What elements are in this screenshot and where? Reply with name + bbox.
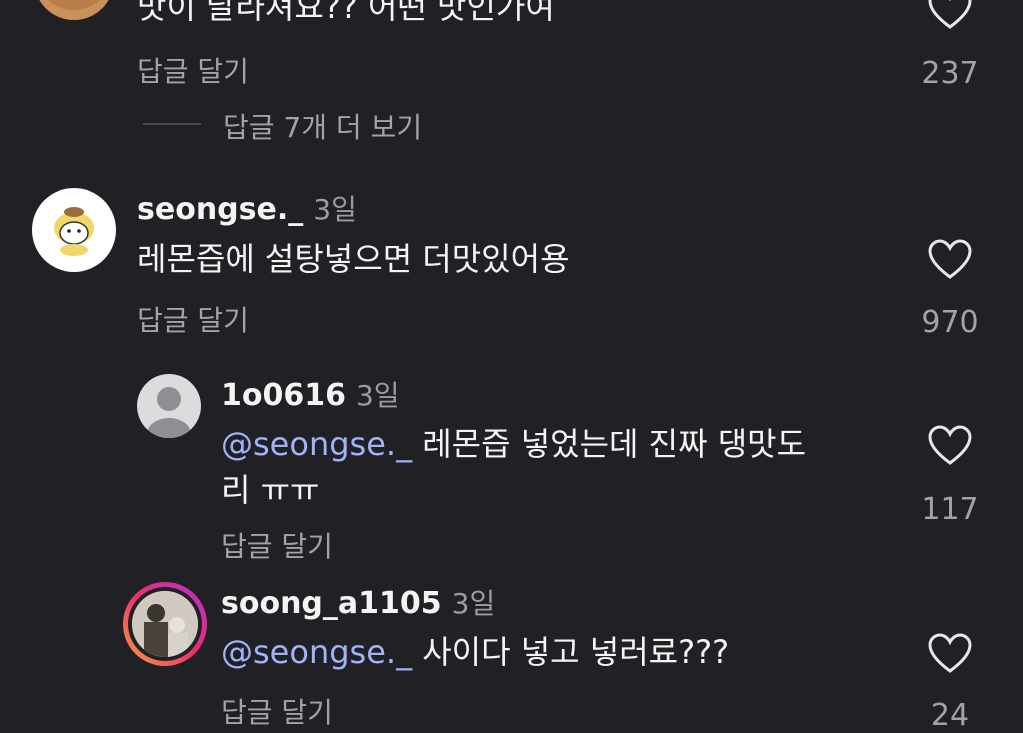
reply-button[interactable]: 답글 달기 bbox=[137, 50, 249, 90]
heart-icon[interactable] bbox=[927, 632, 973, 678]
heart-icon[interactable] bbox=[927, 0, 973, 34]
comment-text: 레몬즙에 설탕넣으면 더맛있어용 bbox=[137, 240, 570, 278]
like-count: 24 bbox=[930, 698, 970, 733]
username[interactable]: soong_a1105 bbox=[221, 586, 442, 621]
comment-text-part: 사이다 넣고 넣러료??? bbox=[412, 633, 730, 671]
comment-username-row: soong_a1105 3일 bbox=[221, 582, 495, 622]
view-more-replies-button[interactable]: 답글 7개 더 보기 bbox=[223, 106, 422, 146]
divider bbox=[143, 123, 201, 125]
comment-username-row: 1o0616 3일 bbox=[221, 374, 400, 414]
avatar[interactable] bbox=[34, 0, 114, 20]
like-count: 117 bbox=[921, 492, 979, 527]
timestamp: 3일 bbox=[451, 587, 496, 620]
username[interactable]: 1o0616 bbox=[221, 378, 346, 413]
avatar[interactable] bbox=[137, 374, 201, 438]
like-count: 970 bbox=[921, 305, 979, 340]
heart-icon[interactable] bbox=[927, 424, 973, 470]
like-count: 237 bbox=[921, 56, 979, 91]
reply-button[interactable]: 답글 달기 bbox=[221, 691, 333, 731]
heart-icon[interactable] bbox=[927, 238, 973, 284]
timestamp: 3일 bbox=[313, 193, 357, 226]
reply-button[interactable]: 답글 달기 bbox=[137, 299, 249, 339]
comment-username-row: seongse._ 3일 bbox=[137, 188, 357, 228]
comment-text-part: 리 ㅠㅠ bbox=[221, 471, 320, 509]
comment-text: @seongse._ 레몬즙 넣었는데 진짜 댕맛도 리 ㅠㅠ bbox=[221, 421, 901, 513]
avatar[interactable] bbox=[123, 582, 207, 666]
comment-text-part: 레몬즙 넣었는데 진짜 댕맛도 bbox=[412, 425, 807, 463]
mention-link[interactable]: @seongse._ bbox=[221, 633, 412, 671]
mention-link[interactable]: @seongse._ bbox=[221, 425, 412, 463]
reply-button[interactable]: 답글 달기 bbox=[221, 525, 333, 565]
comment-text: @seongse._ 사이다 넣고 넣러료??? bbox=[221, 629, 729, 675]
timestamp: 3일 bbox=[355, 379, 400, 412]
username[interactable]: seongse._ bbox=[137, 192, 303, 227]
comment-text: 맛이 달라져요?? 어떤 맛인가여 bbox=[137, 0, 555, 26]
avatar[interactable] bbox=[32, 188, 116, 272]
